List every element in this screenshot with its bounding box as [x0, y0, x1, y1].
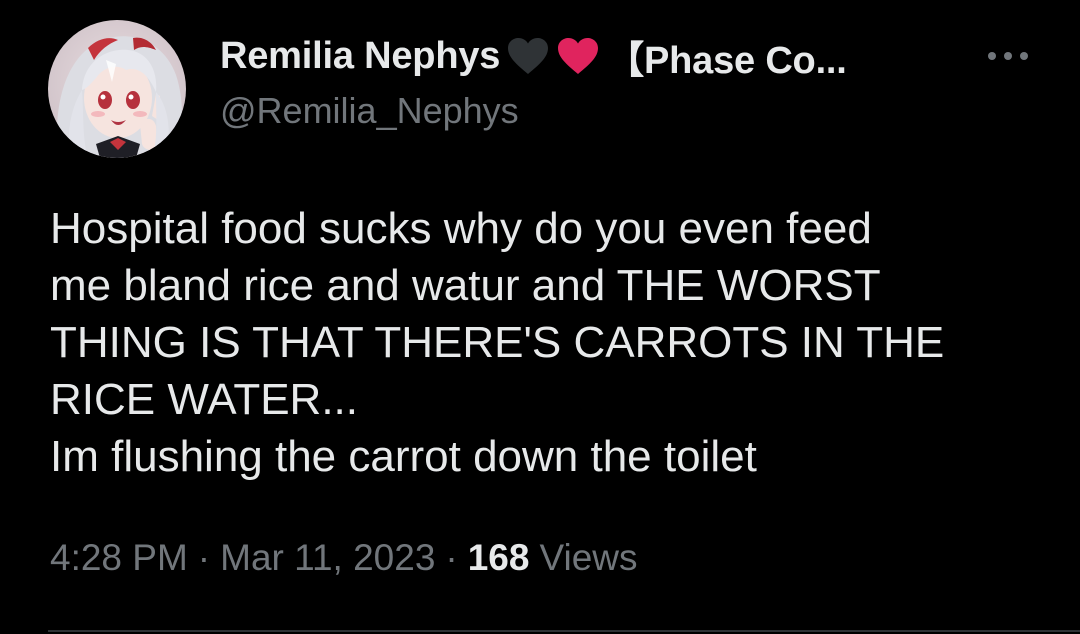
tweet-text-line: Im flushing the carrot down the toilet [50, 432, 757, 481]
tweet-text-line: RICE WATER... [50, 375, 358, 424]
meta-separator: · [445, 537, 458, 578]
tweet-text-line: Hospital food sucks why do you even feed [50, 204, 872, 253]
tweet-card: Remilia Nephys 【Phase Co... @Remilia_Nep… [0, 0, 1080, 634]
author-name-row: Remilia Nephys 【Phase Co... [220, 30, 847, 82]
tweet-date[interactable]: Mar 11, 2023 [220, 537, 435, 579]
red-heart-icon [556, 36, 600, 76]
avatar[interactable] [48, 20, 186, 158]
author-handle[interactable]: @Remilia_Nephys [220, 90, 519, 132]
views-label: Views [539, 537, 638, 578]
tweet-time[interactable]: 4:28 PM [50, 537, 188, 579]
divider [48, 630, 1080, 632]
display-name-suffix: 【Phase Co... [606, 39, 847, 82]
black-heart-icon [506, 36, 550, 76]
tweet-text-line: THING IS THAT THERE'S CARROTS IN THE [50, 318, 945, 367]
tweet-text: Hospital food sucks why do you even feed… [50, 200, 1040, 485]
display-name[interactable]: Remilia Nephys [220, 35, 500, 78]
more-dots-icon [988, 52, 1028, 60]
tweet-text-line: me bland rice and watur and THE WORST [50, 261, 881, 310]
views-count[interactable]: 168 [468, 537, 530, 579]
meta-separator: · [197, 537, 211, 578]
tweet-meta: 4:28 PM · Mar 11, 2023 · 168 Views [50, 528, 638, 588]
avatar-illustration [48, 20, 186, 158]
more-options-button[interactable] [978, 36, 1038, 76]
